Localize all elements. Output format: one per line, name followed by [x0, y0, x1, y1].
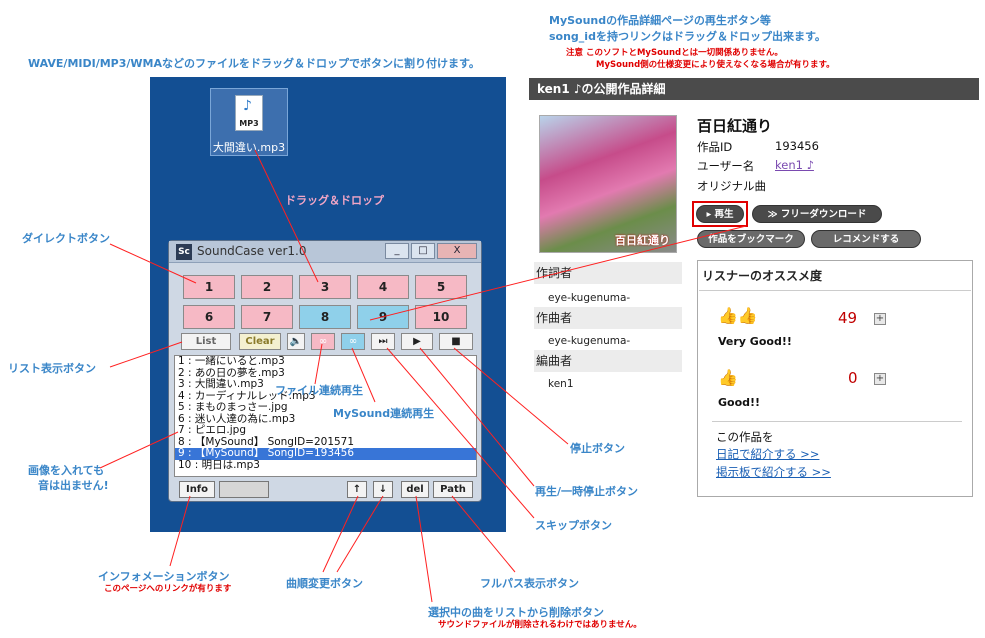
arranger-value: ken1 [548, 378, 574, 390]
mysound-continuous-button[interactable]: ∞ [341, 333, 365, 350]
user-label: ユーザー名 [697, 159, 755, 173]
annotation-image-note-1: 画像を入れても [28, 464, 105, 477]
annotation-file-continuous: ファイル連続再生 [275, 384, 363, 397]
composer-label: 作曲者 [534, 307, 682, 329]
minimize-button[interactable]: _ [385, 243, 409, 259]
thumbnail-caption: 百日紅通り [615, 234, 670, 247]
list-button[interactable]: List [181, 333, 231, 350]
good-label: Good!! [718, 396, 761, 409]
very-good-plus-button[interactable]: + [874, 313, 886, 325]
skip-icon: ⏭ [378, 336, 388, 347]
close-button[interactable]: X [437, 243, 477, 259]
annotation-drag-files: WAVE/MIDI/MP3/WMAなどのファイルをドラッグ＆ドロップでボタンに割… [28, 57, 480, 70]
direct-button-10[interactable]: 10 [415, 305, 467, 329]
annotation-play-pause: 再生/一時停止ボタン [535, 485, 639, 498]
audio-file-icon: ♪ MP3 [235, 95, 263, 131]
bookmark-button[interactable]: 作品をブックマーク [697, 230, 805, 248]
soundcase-window: Sc SoundCase ver1.0 _ □ X 1 2 3 4 5 6 7 8 9 10 Li… [168, 240, 482, 502]
recommend-box: リスナーのオススメ度 👍👍 49 + Very Good!! 👍 0 + Goo… [697, 260, 973, 497]
direct-button-3[interactable]: 3 [299, 275, 351, 299]
double-thumbs-up-icon: 👍👍 [718, 306, 758, 325]
file-continuous-button[interactable]: ∞ [311, 333, 335, 350]
very-good-label: Very Good!! [718, 335, 792, 348]
annotation-info-note: このページへのリンクが有ります [104, 584, 232, 594]
divider [699, 290, 971, 291]
skip-button[interactable]: ⏭ [371, 333, 395, 350]
delete-button[interactable]: del [401, 481, 429, 498]
play-icon: ▶ [413, 336, 421, 347]
annotation-order-button: 曲順変更ボタン [286, 577, 363, 590]
window-titlebar[interactable]: Sc SoundCase ver1.0 _ □ X [169, 241, 481, 263]
move-down-button[interactable]: ↓ [373, 481, 393, 498]
share-title: この作品を [716, 430, 774, 444]
info-button[interactable]: Info [179, 481, 215, 498]
app-logo-icon: Sc [176, 244, 192, 260]
good-count: 0 [848, 369, 858, 387]
board-share-link[interactable]: 掲示板で紹介する >> [716, 464, 831, 480]
composer-value: eye-kugenuma- [548, 335, 631, 347]
detail-header: ken1 ♪の公開作品詳細 [529, 78, 979, 100]
annotation-mysound-continuous: MySound連続再生 [333, 407, 435, 420]
divider [712, 421, 962, 422]
list-item[interactable]: 9 : 【MySound】 SongID=193456 [175, 447, 476, 460]
diary-share-link[interactable]: 日記で紹介する >> [716, 446, 819, 462]
progress-bar [219, 481, 269, 498]
window-title: SoundCase ver1.0 [197, 244, 307, 258]
lyricist-label: 作詞者 [534, 262, 682, 284]
stop-icon: ■ [451, 336, 461, 347]
very-good-count: 49 [838, 309, 858, 327]
annotation-image-note-2: 音は出ません! [38, 479, 109, 492]
list-item[interactable]: 1 : 一緒にいると.mp3 [175, 356, 476, 368]
good-plus-button[interactable]: + [874, 373, 886, 385]
play-pause-button[interactable]: ▶ [401, 333, 433, 350]
path-button[interactable]: Path [433, 481, 473, 498]
speaker-icon: 🔈 [289, 336, 303, 347]
stop-button[interactable]: ■ [439, 333, 473, 350]
move-up-button[interactable]: ↑ [347, 481, 367, 498]
annotation-warning-1: 注意 このソフトとMySoundとは一切関係ありません。 [566, 48, 783, 58]
direct-button-6[interactable]: 6 [183, 305, 235, 329]
thumbs-up-icon: 👍 [718, 368, 738, 387]
loop-icon: ∞ [318, 336, 328, 347]
direct-button-8[interactable]: 8 [299, 305, 351, 329]
play-button-highlight [692, 201, 748, 227]
direct-button-7[interactable]: 7 [241, 305, 293, 329]
user-link[interactable]: ken1 ♪ [775, 158, 814, 172]
song-id-label: 作品ID [697, 140, 733, 154]
music-note-icon: ♪ [243, 98, 252, 114]
annotation-skip-button: スキップボタン [535, 519, 612, 532]
volume-button[interactable]: 🔈 [287, 333, 305, 350]
file-name: 大間違い.mp3 [212, 141, 286, 154]
loop-icon: ∞ [348, 336, 358, 347]
arranger-label: 編曲者 [534, 350, 682, 372]
direct-button-2[interactable]: 2 [241, 275, 293, 299]
recommend-button[interactable]: レコメンドする [811, 230, 921, 248]
direct-button-4[interactable]: 4 [357, 275, 409, 299]
song-id-value: 193456 [775, 139, 819, 153]
mp3-file-icon[interactable]: ♪ MP3 大間違い.mp3 [210, 88, 288, 156]
annotation-warning-2: MySound側の仕様変更により使えなくなる場合が有ります。 [596, 60, 835, 70]
clear-button[interactable]: Clear [239, 333, 281, 350]
direct-button-1[interactable]: 1 [183, 275, 235, 299]
file-type-label: MP3 [239, 119, 259, 128]
annotation-direct-button: ダイレクトボタン [22, 232, 110, 245]
annotation-delete-note: サウンドファイルが削除されるわけではありません。 [438, 620, 642, 630]
annotation-stop-button: 停止ボタン [570, 442, 625, 455]
annotation-drag-drop: ドラッグ＆ドロップ [285, 194, 384, 207]
song-title: 百日紅通り [697, 117, 773, 135]
direct-button-9[interactable]: 9 [357, 305, 409, 329]
annotation-list-button: リスト表示ボタン [8, 362, 96, 375]
direct-button-5[interactable]: 5 [415, 275, 467, 299]
annotation-top-2: song_idを持つリンクはドラッグ＆ドロップ出来ます。 [549, 30, 826, 43]
free-download-button[interactable]: ≫ フリーダウンロード [752, 205, 882, 223]
song-thumbnail: 百日紅通り [539, 115, 677, 253]
annotation-fullpath-button: フルパス表示ボタン [480, 577, 579, 590]
lyricist-value: eye-kugenuma- [548, 292, 631, 304]
annotation-top-1: MySoundの作品詳細ページの再生ボタン等 [549, 14, 771, 27]
list-item[interactable]: 7 : ピエロ.jpg [175, 424, 476, 437]
maximize-button[interactable]: □ [411, 243, 435, 259]
recommend-title: リスナーのオススメ度 [702, 269, 823, 283]
original-label: オリジナル曲 [697, 179, 766, 193]
list-item[interactable]: 10 : 明日は.mp3 [175, 459, 476, 472]
